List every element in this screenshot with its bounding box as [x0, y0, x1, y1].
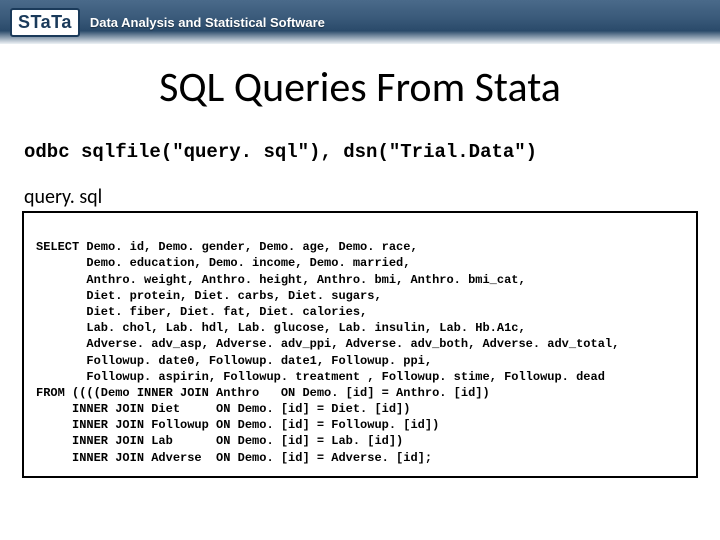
sql-line: FROM ((((Demo INNER JOIN Anthro ON Demo.…	[36, 386, 490, 400]
sql-line: Diet. fiber, Diet. fat, Diet. calories,	[36, 305, 367, 319]
tagline: Data Analysis and Statistical Software	[90, 15, 325, 30]
sql-line: INNER JOIN Followup ON Demo. [id] = Foll…	[36, 418, 439, 432]
sql-line: Demo. education, Demo. income, Demo. mar…	[36, 256, 410, 270]
sql-line: Diet. protein, Diet. carbs, Diet. sugars…	[36, 289, 382, 303]
slide-title: SQL Queries From Stata	[0, 62, 720, 113]
sql-line: SELECT Demo. id, Demo. gender, Demo. age…	[36, 240, 418, 254]
sql-code-block: SELECT Demo. id, Demo. gender, Demo. age…	[22, 211, 698, 478]
sql-line: Lab. chol, Lab. hdl, Lab. glucose, Lab. …	[36, 321, 526, 335]
logo-text: STaTa	[18, 12, 72, 33]
sql-line: INNER JOIN Adverse ON Demo. [id] = Adver…	[36, 451, 432, 465]
sql-line: INNER JOIN Diet ON Demo. [id] = Diet. [i…	[36, 402, 410, 416]
odbc-command: odbc sqlfile("query. sql"), dsn("Trial.D…	[0, 141, 720, 163]
sql-line: Anthro. weight, Anthro. height, Anthro. …	[36, 273, 526, 287]
logo: STaTa	[10, 8, 80, 37]
header-bar: STaTa Data Analysis and Statistical Soft…	[0, 0, 720, 44]
sql-line: INNER JOIN Lab ON Demo. [id] = Lab. [id]…	[36, 434, 403, 448]
sql-file-label: query. sql	[0, 185, 720, 209]
sql-line: Followup. date0, Followup. date1, Follow…	[36, 354, 432, 368]
sql-line: Adverse. adv_asp, Adverse. adv_ppi, Adve…	[36, 337, 619, 351]
sql-line: Followup. aspirin, Followup. treatment ,…	[36, 370, 605, 384]
